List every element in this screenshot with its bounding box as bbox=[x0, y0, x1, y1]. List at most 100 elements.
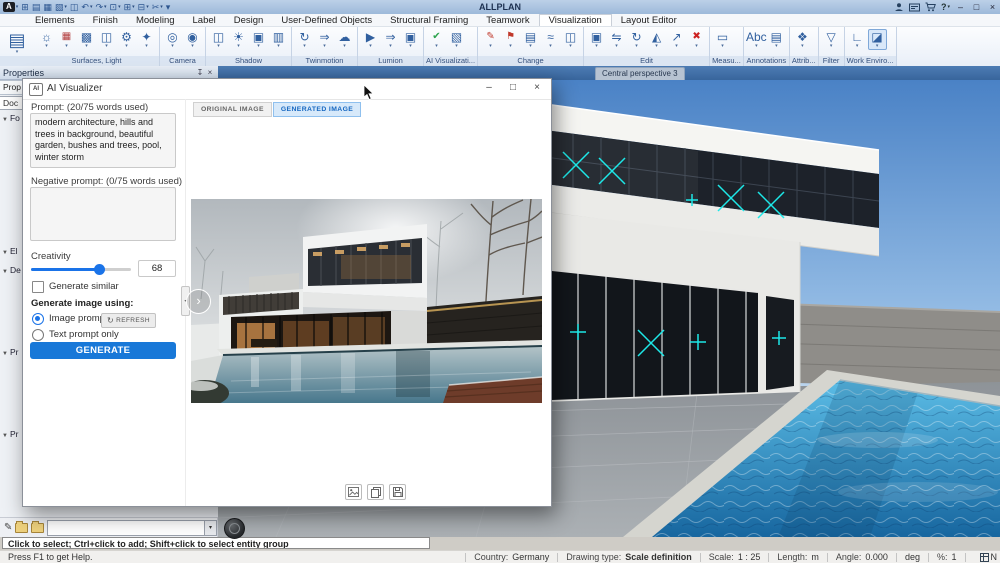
negative-prompt-label: Negative prompt: (0/75 words used) bbox=[31, 176, 182, 187]
dialog-close-button[interactable]: × bbox=[529, 82, 545, 93]
minimize-button[interactable]: – bbox=[955, 2, 966, 12]
pin-panel-icon[interactable]: ↧ bbox=[195, 68, 205, 77]
next-image-button[interactable]: › bbox=[186, 289, 211, 314]
layer-indicator[interactable]: N bbox=[980, 552, 998, 562]
mirror-icon[interactable]: ◭▾ bbox=[647, 29, 666, 50]
combo-dropdown-icon[interactable]: ▾ bbox=[204, 521, 216, 535]
render-preview-icon[interactable]: ◫▾ bbox=[97, 29, 116, 50]
delete-icon[interactable]: ✖▾ bbox=[687, 29, 706, 50]
lumion-play-icon[interactable]: ▶▾ bbox=[361, 29, 380, 50]
ribbon-group-label: Annotations bbox=[744, 56, 789, 66]
camera-path-icon[interactable]: ◎▾ bbox=[163, 29, 182, 50]
user-account-icon[interactable] bbox=[894, 2, 904, 12]
ai-visualizer-icon[interactable]: ▧▾ bbox=[447, 29, 466, 50]
generate-using-label: Generate image using: bbox=[31, 298, 133, 309]
ribbon-group-camera: ◎▾◉▾Camera bbox=[160, 27, 206, 66]
props-section-pr[interactable]: ▼Pr bbox=[2, 429, 22, 439]
slider-thumb[interactable] bbox=[94, 264, 105, 275]
restore-button[interactable]: □ bbox=[971, 2, 982, 12]
tab-layout-editor[interactable]: Layout Editor bbox=[612, 14, 686, 26]
door-swing-icon[interactable]: ◫▾ bbox=[561, 29, 580, 50]
save-image-button[interactable] bbox=[389, 484, 406, 500]
screen-layout-icon[interactable]: ◪▾ bbox=[868, 29, 887, 50]
close-button[interactable]: × bbox=[987, 2, 998, 12]
refresh-button[interactable]: ↻ REFRESH bbox=[101, 313, 156, 328]
tab-teamwork[interactable]: Teamwork bbox=[477, 14, 538, 26]
lumion-export-icon[interactable]: ⇒▾ bbox=[381, 29, 400, 50]
replace-surface-icon[interactable]: ▩▾ bbox=[77, 29, 96, 50]
save-favorite-icon[interactable] bbox=[31, 523, 44, 533]
tab-modeling[interactable]: Modeling bbox=[127, 14, 184, 26]
label-block-icon[interactable]: ▤▾ bbox=[767, 29, 786, 50]
props-section-fo[interactable]: ▼Fo bbox=[2, 113, 22, 123]
copy-image-button[interactable] bbox=[367, 484, 384, 500]
props-section-el[interactable]: ▼El bbox=[2, 246, 22, 256]
shop-cart-icon[interactable] bbox=[925, 2, 936, 12]
axis-icon[interactable]: ∟▾ bbox=[848, 29, 867, 50]
dialog-minimize-button[interactable]: – bbox=[481, 82, 497, 93]
shadow-settings-icon[interactable]: ▣▾ bbox=[249, 29, 268, 50]
navigation-sphere[interactable] bbox=[224, 518, 245, 539]
set-camera-icon[interactable]: ◉▾ bbox=[183, 29, 202, 50]
close-panel-icon[interactable]: × bbox=[205, 68, 215, 77]
negative-prompt-textarea[interactable] bbox=[30, 187, 176, 241]
copy-elements-icon[interactable]: ▣▾ bbox=[587, 29, 606, 50]
enlarge-image-button[interactable] bbox=[345, 484, 362, 500]
tab-original-image[interactable]: ORIGINAL IMAGE bbox=[193, 102, 272, 117]
status-drawing-type: Drawing type:Scale definition bbox=[549, 552, 692, 562]
tab-design[interactable]: Design bbox=[225, 14, 273, 26]
lumion-livesync-icon[interactable]: ▣▾ bbox=[401, 29, 420, 50]
image-prompt-label: Image prompt bbox=[49, 313, 108, 324]
edit-document-icon[interactable]: ▤▾ bbox=[521, 29, 540, 50]
tab-visualization[interactable]: Visualization bbox=[539, 14, 612, 26]
props-section-pr[interactable]: ▼Pr bbox=[2, 347, 22, 357]
measure-icon[interactable]: ▭▾ bbox=[713, 29, 732, 50]
status-length: Length:m bbox=[760, 552, 819, 562]
dialog-maximize-button[interactable]: □ bbox=[505, 82, 521, 93]
generate-button[interactable]: GENERATE bbox=[30, 342, 176, 359]
pin-icon[interactable]: ⚑▾ bbox=[501, 29, 520, 50]
help-icon[interactable]: ?▾ bbox=[941, 2, 950, 12]
shadow-copy-icon[interactable]: ◫▾ bbox=[209, 29, 228, 50]
twinmotion-cloud-icon[interactable]: ☁▾ bbox=[335, 29, 354, 50]
tab-finish[interactable]: Finish bbox=[84, 14, 127, 26]
viewport-tab[interactable]: Central perspective 3 bbox=[595, 67, 685, 80]
generated-image bbox=[191, 199, 542, 403]
objects-palette-icon[interactable]: ▤▾ bbox=[3, 29, 31, 56]
license-card-icon[interactable] bbox=[909, 3, 920, 12]
tab-generated-image[interactable]: GENERATED IMAGE bbox=[273, 102, 361, 117]
spline-edit-icon[interactable]: ≈▾ bbox=[541, 29, 560, 50]
modify-icon[interactable]: ✎▾ bbox=[481, 29, 500, 50]
text-prompt-radio[interactable] bbox=[32, 329, 44, 341]
creativity-slider[interactable] bbox=[31, 268, 131, 271]
custom-surface-icon[interactable]: ☼▾ bbox=[37, 29, 56, 50]
prompt-textarea[interactable]: modern architecture, hills and trees in … bbox=[30, 113, 176, 168]
rotate-icon[interactable]: ↻▾ bbox=[627, 29, 646, 50]
twinmotion-sync-icon[interactable]: ↻▾ bbox=[295, 29, 314, 50]
tab-user-defined-objects[interactable]: User-Defined Objects bbox=[272, 14, 381, 26]
attributes-icon[interactable]: ❖▾ bbox=[793, 29, 812, 50]
wizard-combo-input[interactable] bbox=[48, 522, 204, 534]
match-parameters-icon[interactable]: ✎ bbox=[4, 522, 12, 533]
creativity-value[interactable]: 68 bbox=[138, 260, 176, 277]
wizard-combo[interactable]: ▾ bbox=[47, 520, 217, 536]
ai-check-icon[interactable]: ✔▾ bbox=[427, 29, 446, 50]
resize-icon[interactable]: ↗▾ bbox=[667, 29, 686, 50]
remove-surface-icon[interactable]: ▦▾ bbox=[57, 29, 76, 50]
open-favorite-icon[interactable] bbox=[15, 523, 28, 533]
light-settings-icon[interactable]: ⚙▾ bbox=[117, 29, 136, 50]
props-section-de[interactable]: ▼De bbox=[2, 265, 22, 275]
project-light-icon[interactable]: ✦▾ bbox=[137, 29, 156, 50]
hint-bar: Click to select; Ctrl+click to add; Shif… bbox=[0, 537, 1000, 550]
image-prompt-radio[interactable] bbox=[32, 313, 44, 325]
section-shadow-icon[interactable]: ▥▾ bbox=[269, 29, 288, 50]
text-abc-icon[interactable]: Abc▾ bbox=[747, 29, 766, 50]
filter-icon[interactable]: ▽▾ bbox=[822, 29, 841, 50]
tab-elements[interactable]: Elements bbox=[26, 14, 84, 26]
generate-similar-checkbox[interactable] bbox=[32, 281, 44, 293]
twinmotion-export-icon[interactable]: ⇒▾ bbox=[315, 29, 334, 50]
tab-label[interactable]: Label bbox=[184, 14, 225, 26]
move-mirror-icon[interactable]: ⇋▾ bbox=[607, 29, 626, 50]
tab-structural-framing[interactable]: Structural Framing bbox=[381, 14, 477, 26]
sun-study-icon[interactable]: ☀▾ bbox=[229, 29, 248, 50]
